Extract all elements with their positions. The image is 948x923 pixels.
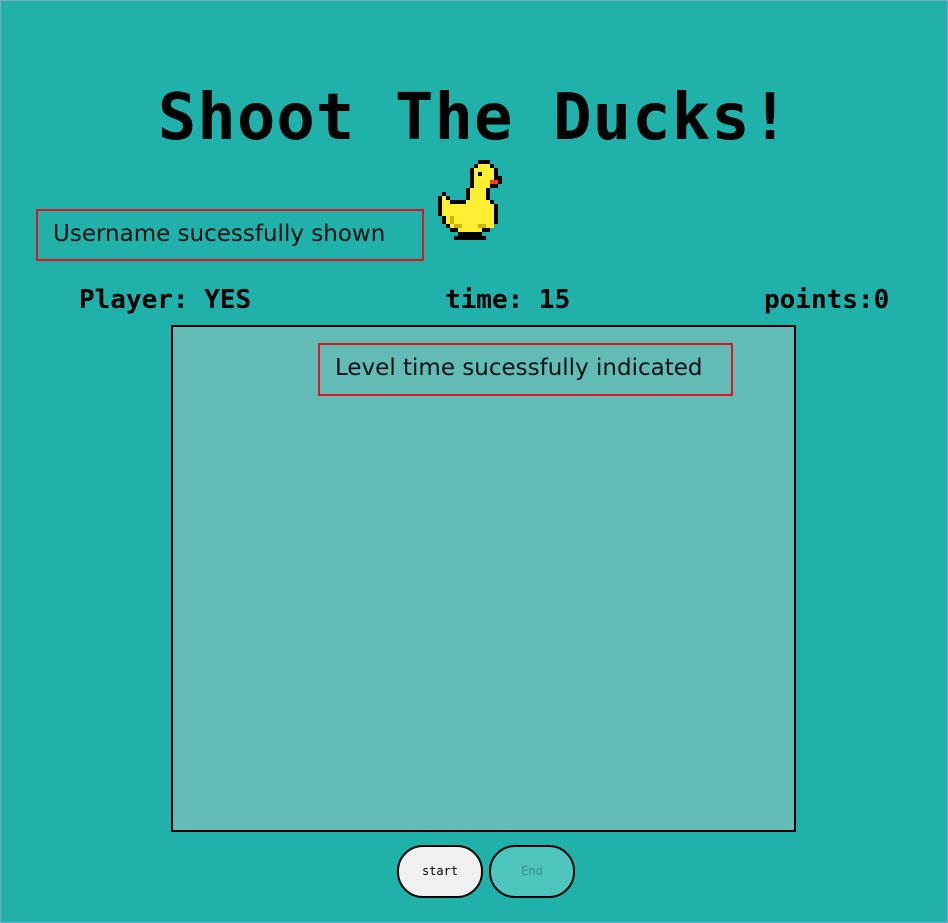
start-button[interactable]: start bbox=[397, 845, 483, 898]
time-label: time: 15 bbox=[445, 285, 571, 315]
duck-icon bbox=[438, 160, 502, 240]
points-label: points:0 bbox=[764, 285, 890, 315]
game-area[interactable] bbox=[171, 325, 796, 832]
end-button[interactable]: End bbox=[489, 845, 575, 898]
player-label: Player: YES bbox=[79, 285, 252, 315]
annotation-level-time: Level time sucessfully indicated bbox=[318, 343, 733, 396]
annotation-username: Username sucessfully shown bbox=[36, 209, 424, 261]
game-title: Shoot The Ducks! bbox=[157, 81, 791, 155]
